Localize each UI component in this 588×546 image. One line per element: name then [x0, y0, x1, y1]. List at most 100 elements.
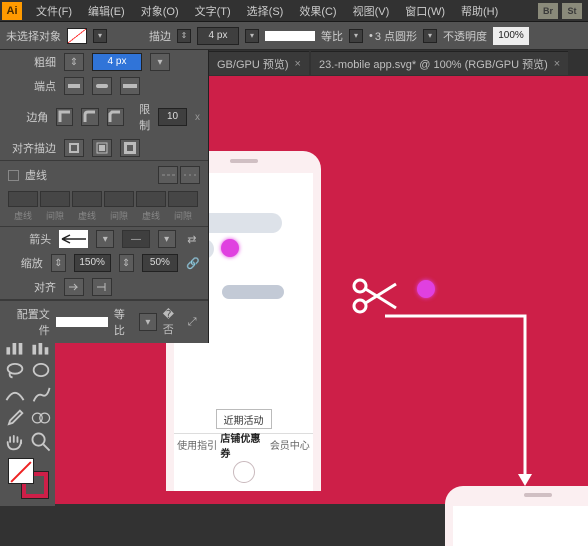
tab-label: GB/GPU 预览) — [217, 56, 289, 72]
opacity-input[interactable]: 100% — [493, 27, 529, 45]
arrow-path — [380, 314, 540, 494]
fill-swatch[interactable] — [67, 28, 87, 44]
corner-round-icon[interactable] — [81, 108, 98, 126]
align-center-icon[interactable] — [64, 139, 84, 157]
flip-y-icon[interactable]: ⤢ — [184, 313, 200, 331]
home-button-icon — [233, 461, 255, 483]
menu-select[interactable]: 选择(S) — [239, 1, 292, 21]
arrow-end-dd[interactable]: ▾ — [158, 230, 176, 248]
flip-x-icon[interactable]: �否 — [163, 313, 179, 331]
gap-input[interactable] — [40, 191, 70, 207]
tab-close-icon[interactable]: × — [554, 58, 560, 70]
curvature-tool-icon[interactable] — [4, 384, 26, 404]
lasso-tool-icon[interactable] — [4, 360, 26, 380]
zoom-tool-icon[interactable] — [30, 432, 52, 452]
cap-round-icon[interactable] — [92, 77, 112, 95]
ellipse-tool-icon[interactable] — [30, 360, 52, 380]
tab-close-icon[interactable]: × — [295, 58, 301, 70]
weight-input[interactable]: 4 px — [92, 53, 142, 71]
dashed-checkbox[interactable] — [8, 170, 19, 181]
stepper-icon[interactable]: ⇕ — [51, 254, 66, 272]
menu-window[interactable]: 窗口(W) — [397, 1, 453, 21]
dash-input[interactable] — [72, 191, 102, 207]
chat-bubble — [222, 285, 284, 299]
fill-dropdown[interactable]: ▾ — [93, 29, 107, 43]
blend-tool-icon[interactable] — [30, 408, 52, 428]
profile-dd[interactable]: ▾ — [139, 313, 157, 331]
dash-col-label: 间隙 — [168, 209, 198, 222]
corner-bevel-icon[interactable] — [107, 108, 124, 126]
tabbar-item: 店铺优惠券 — [220, 434, 266, 455]
stroke-weight-input[interactable]: 4 px — [197, 27, 239, 45]
menu-help[interactable]: 帮助(H) — [453, 1, 506, 21]
fill-stroke-widget[interactable] — [8, 458, 48, 498]
profile-type: 等比 — [114, 306, 133, 338]
opacity-label: 不透明度 — [443, 28, 487, 44]
menu-edit[interactable]: 编辑(E) — [80, 1, 133, 21]
dash-col-label: 间隙 — [104, 209, 134, 222]
menu-effect[interactable]: 效果(C) — [291, 1, 344, 21]
brush-dd[interactable]: ▾ — [423, 29, 437, 43]
swap-arrows-icon[interactable]: ⇄ — [184, 230, 200, 248]
align-outside-icon[interactable] — [120, 139, 140, 157]
align-label: 对齐 — [8, 279, 56, 295]
scale-start-input[interactable]: 150% — [74, 254, 111, 272]
selection-handle[interactable] — [221, 239, 239, 257]
weight-dropdown[interactable]: ▾ — [150, 53, 170, 71]
stroke-stepper[interactable]: ⇕ — [177, 29, 191, 43]
no-selection-label: 未选择对象 — [6, 28, 61, 44]
brush-label: 3 点圆形 — [375, 28, 417, 44]
dash-preserve-icon[interactable] — [158, 166, 178, 184]
align-inside-icon[interactable] — [92, 139, 112, 157]
menu-type[interactable]: 文字(T) — [187, 1, 239, 21]
cap-square-icon[interactable] — [120, 77, 140, 95]
pencil-tool-icon[interactable] — [30, 384, 52, 404]
phone-speaker — [230, 159, 258, 163]
cta-button: 近期活动 — [216, 409, 272, 429]
stroke-type: 等比 — [321, 28, 343, 44]
corner-miter-icon[interactable] — [56, 108, 73, 126]
limit-input[interactable]: 10 — [158, 108, 187, 126]
arrow-start-dd[interactable]: ▾ — [96, 230, 114, 248]
stroke-profile[interactable] — [265, 31, 315, 41]
dash-input[interactable] — [136, 191, 166, 207]
profile-label: 配置文件 — [8, 306, 50, 338]
cap-butt-icon[interactable] — [64, 77, 84, 95]
arrow-end-select[interactable]: — — [122, 230, 149, 248]
gap-input[interactable] — [104, 191, 134, 207]
tabbar-item: 会员中心 — [267, 434, 313, 455]
doc-tab-1[interactable]: GB/GPU 预览) × — [209, 51, 309, 75]
gap-input[interactable] — [168, 191, 198, 207]
arrow-start-select[interactable] — [59, 230, 88, 248]
eyedropper-tool-icon[interactable] — [4, 408, 26, 428]
fill-color-icon[interactable] — [8, 458, 34, 484]
bridge-icon[interactable]: Br — [538, 3, 558, 19]
arrow-align-tip-icon[interactable] — [64, 278, 84, 296]
stock-icon[interactable]: St — [562, 3, 582, 19]
dashed-label: 虚线 — [25, 167, 47, 183]
arrow-label: 箭头 — [8, 231, 51, 247]
limit-x: x — [195, 112, 200, 123]
hand-tool-icon[interactable] — [4, 432, 26, 452]
menu-object[interactable]: 对象(O) — [133, 1, 187, 21]
corner-label: 边角 — [8, 109, 48, 125]
link-scale-icon[interactable]: 🔗 — [186, 254, 200, 272]
profile-preview[interactable] — [56, 317, 108, 327]
stroke-weight-dd[interactable]: ▾ — [245, 29, 259, 43]
dash-align-icon[interactable] — [180, 166, 200, 184]
tabbar-item: 使用指引 — [174, 434, 220, 455]
tab-label: 23.-mobile app.svg* @ 100% (RGB/GPU 预览) — [319, 56, 548, 72]
menu-file[interactable]: 文件(F) — [28, 1, 80, 21]
stroke-panel: 粗细 ⇕ 4 px ▾ 端点 边角 限制 10 x 对齐描边 虚线 — [0, 50, 209, 343]
stepper-icon[interactable]: ⇕ — [119, 254, 134, 272]
scale-label: 缩放 — [8, 255, 43, 271]
phone-screen — [453, 506, 588, 546]
dash-input[interactable] — [8, 191, 38, 207]
stepper-icon[interactable]: ⇕ — [64, 53, 84, 71]
doc-tab-2[interactable]: 23.-mobile app.svg* @ 100% (RGB/GPU 预览) … — [311, 51, 568, 75]
menu-view[interactable]: 视图(V) — [345, 1, 398, 21]
scale-end-input[interactable]: 50% — [142, 254, 179, 272]
stroke-type-dd[interactable]: ▾ — [349, 29, 363, 43]
anchor-point[interactable] — [417, 280, 435, 298]
arrow-align-end-icon[interactable] — [92, 278, 112, 296]
